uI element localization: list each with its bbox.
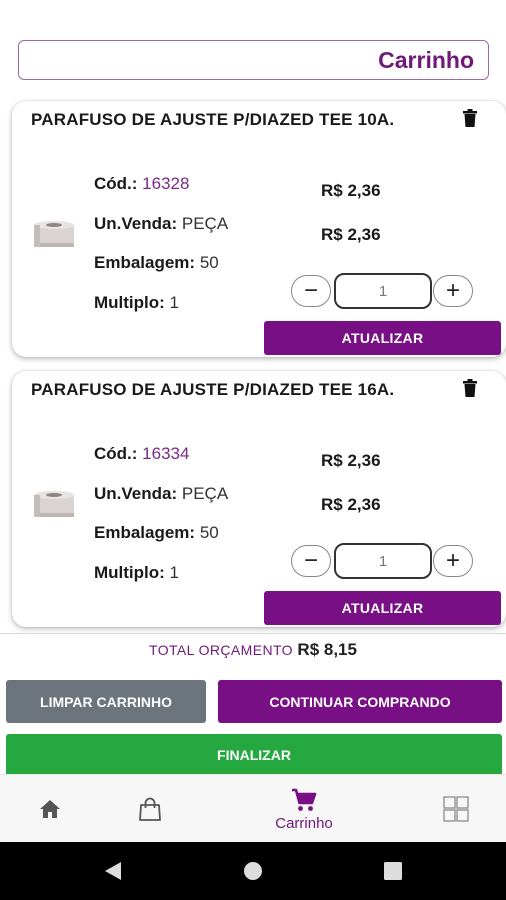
update-button[interactable]: ATUALIZAR bbox=[264, 321, 501, 355]
finish-button[interactable]: FINALIZAR bbox=[6, 734, 502, 776]
multiple-value: 1 bbox=[169, 562, 180, 582]
back-icon[interactable] bbox=[101, 859, 125, 883]
divider bbox=[0, 633, 506, 634]
package-row: Embalagem: 50 bbox=[94, 250, 228, 290]
update-button[interactable]: ATUALIZAR bbox=[264, 591, 501, 625]
unit-value: PEÇA bbox=[181, 213, 229, 233]
code-label: Cód.: bbox=[94, 444, 138, 463]
nav-cart-label: Carrinho bbox=[275, 814, 333, 832]
code-label: Cód.: bbox=[94, 174, 138, 193]
page-header: Carrinho bbox=[18, 40, 489, 80]
unit-row: Un.Venda: PEÇA bbox=[94, 211, 228, 251]
quantity-stepper: − + bbox=[291, 273, 475, 309]
home-circle-icon[interactable] bbox=[241, 859, 265, 883]
nav-shop[interactable] bbox=[130, 775, 170, 843]
package-label: Embalagem: bbox=[94, 253, 196, 272]
multiple-value: 1 bbox=[169, 292, 180, 312]
cart-item-card: PARAFUSO DE AJUSTE P/DIAZED TEE 10A. Cód… bbox=[12, 101, 506, 357]
unit-price: R$ 2,36 bbox=[321, 181, 381, 200]
decrease-button[interactable]: − bbox=[291, 275, 331, 307]
multiple-row: Multiplo: 1 bbox=[94, 560, 228, 600]
product-info: Cód.: 16334 Un.Venda: PEÇA Embalagem: 50… bbox=[94, 441, 228, 599]
grid-icon bbox=[443, 796, 469, 822]
product-name: PARAFUSO DE AJUSTE P/DIAZED TEE 16A. bbox=[31, 380, 395, 399]
trash-icon[interactable] bbox=[462, 379, 478, 397]
product-image bbox=[34, 221, 74, 247]
product-name: PARAFUSO DE AJUSTE P/DIAZED TEE 10A. bbox=[31, 110, 395, 129]
quantity-input[interactable] bbox=[334, 273, 432, 309]
cart-icon bbox=[292, 788, 317, 811]
package-label: Embalagem: bbox=[94, 523, 196, 542]
unit-row: Un.Venda: PEÇA bbox=[94, 481, 228, 521]
code-value[interactable]: 16334 bbox=[142, 444, 189, 463]
multiple-label: Multiplo: bbox=[94, 562, 165, 582]
system-navigation-bar bbox=[0, 842, 506, 900]
bottom-navigation: Carrinho bbox=[0, 774, 506, 842]
total-price: R$ 2,36 bbox=[321, 495, 381, 514]
multiple-label: Multiplo: bbox=[94, 292, 165, 312]
recents-icon[interactable] bbox=[381, 859, 405, 883]
clear-cart-button[interactable]: LIMPAR CARRINHO bbox=[6, 680, 206, 723]
increase-button[interactable]: + bbox=[433, 545, 473, 577]
trash-icon[interactable] bbox=[462, 109, 478, 127]
code-row: Cód.: 16334 bbox=[94, 441, 228, 481]
decrease-button[interactable]: − bbox=[291, 545, 331, 577]
product-info: Cód.: 16328 Un.Venda: PEÇA Embalagem: 50… bbox=[94, 171, 228, 329]
unit-label: Un.Venda: bbox=[94, 483, 178, 503]
shopping-bag-icon bbox=[139, 797, 161, 821]
code-row: Cód.: 16328 bbox=[94, 171, 228, 211]
quantity-input[interactable] bbox=[334, 543, 432, 579]
total-summary: TOTAL ORÇAMENTO R$ 8,15 bbox=[0, 640, 506, 660]
total-value: R$ 8,15 bbox=[297, 640, 357, 659]
unit-price: R$ 2,36 bbox=[321, 451, 381, 470]
unit-value: PEÇA bbox=[181, 483, 229, 503]
code-value[interactable]: 16328 bbox=[142, 174, 189, 193]
product-image bbox=[34, 491, 74, 517]
total-label: TOTAL ORÇAMENTO bbox=[149, 642, 293, 658]
nav-categories[interactable] bbox=[436, 775, 476, 843]
cart-item-card: PARAFUSO DE AJUSTE P/DIAZED TEE 16A. Cód… bbox=[12, 371, 506, 627]
home-icon bbox=[40, 800, 60, 818]
multiple-row: Multiplo: 1 bbox=[94, 290, 228, 330]
total-price: R$ 2,36 bbox=[321, 225, 381, 244]
increase-button[interactable]: + bbox=[433, 275, 473, 307]
package-value: 50 bbox=[199, 523, 219, 542]
unit-label: Un.Venda: bbox=[94, 213, 178, 233]
nav-cart[interactable]: Carrinho bbox=[262, 775, 346, 843]
package-row: Embalagem: 50 bbox=[94, 520, 228, 560]
quantity-stepper: − + bbox=[291, 543, 475, 579]
page-title: Carrinho bbox=[378, 46, 474, 73]
continue-shopping-button[interactable]: CONTINUAR COMPRANDO bbox=[218, 680, 502, 723]
nav-home[interactable] bbox=[30, 775, 70, 843]
package-value: 50 bbox=[199, 253, 219, 272]
